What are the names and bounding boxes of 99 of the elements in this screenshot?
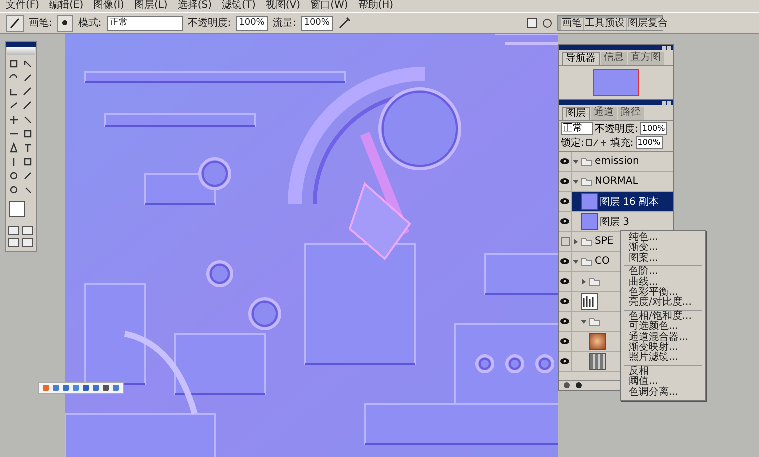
menu-item[interactable]: 可选颜色... <box>621 322 705 333</box>
panel-tab[interactable]: 信息 <box>601 52 627 64</box>
layer-name: emission <box>595 156 640 167</box>
folder-icon <box>589 276 601 286</box>
palette-well-tab[interactable]: 工具预设 <box>584 18 626 30</box>
layer-name: NORMAL <box>595 176 638 187</box>
eye-icon[interactable] <box>560 278 570 285</box>
eye-icon[interactable] <box>560 258 570 265</box>
tool-icon[interactable] <box>8 86 20 98</box>
eye-icon[interactable] <box>560 318 570 325</box>
airbrush-icon[interactable] <box>338 16 352 30</box>
tool-icon[interactable] <box>8 170 20 182</box>
folder-icon <box>581 256 593 266</box>
tool-icon[interactable] <box>22 170 34 182</box>
collapsed-triangle-icon[interactable] <box>581 278 587 284</box>
fill-label: 填充: <box>610 136 634 150</box>
folder-icon <box>581 236 593 246</box>
eye-icon[interactable] <box>560 338 570 345</box>
brush-preset-picker[interactable] <box>57 14 74 32</box>
tool-icon[interactable] <box>22 156 34 168</box>
tool-icon[interactable] <box>8 114 20 126</box>
menu-item[interactable]: 帮助(H) <box>358 0 394 12</box>
panel-tab[interactable]: 路径 <box>618 107 644 120</box>
layer-thumbnail <box>589 333 606 350</box>
fill-field[interactable]: 100% <box>636 136 663 149</box>
eye-icon[interactable] <box>560 218 570 225</box>
toolbox-title-bar <box>6 42 36 47</box>
eye-icon[interactable] <box>560 298 570 305</box>
menu-item[interactable]: 图层(L) <box>134 0 168 12</box>
palette-well-tab[interactable]: 图层复合 <box>627 18 669 30</box>
tool-icon[interactable] <box>22 142 34 154</box>
layer-thumbnail <box>581 193 598 210</box>
tool-icon[interactable] <box>8 184 20 196</box>
tool-icon[interactable] <box>22 86 34 98</box>
eye-icon[interactable] <box>560 178 570 185</box>
eye-icon[interactable] <box>560 358 570 365</box>
lock-options-icon[interactable] <box>586 138 608 146</box>
mode-icon[interactable] <box>22 238 34 248</box>
menu-item[interactable]: 阈值... <box>621 377 705 388</box>
tool-icon[interactable] <box>8 58 20 70</box>
menu-item[interactable]: 曲线... <box>621 278 705 288</box>
layer-name: 图层 16 副本 <box>600 196 660 208</box>
layer-name: CO <box>595 256 610 267</box>
collapsed-triangle-icon[interactable] <box>573 238 579 244</box>
foreground-color-swatch[interactable] <box>9 201 25 217</box>
toolbox-logo <box>7 47 35 55</box>
folder-icon <box>581 156 593 166</box>
expanded-triangle-icon[interactable] <box>573 178 579 184</box>
opacity-field[interactable]: 100% <box>640 122 668 135</box>
expanded-triangle-icon[interactable] <box>573 258 579 264</box>
opacity-field[interactable]: 100% <box>236 16 268 30</box>
tool-icon[interactable] <box>22 114 34 126</box>
expanded-triangle-icon[interactable] <box>581 318 587 324</box>
menu-item[interactable]: 选择(S) <box>178 0 212 12</box>
flow-label: 流量: <box>272 16 296 30</box>
layer-thumbnail <box>589 353 606 370</box>
mode-icon[interactable] <box>22 226 34 236</box>
panel-tab[interactable]: 通道 <box>591 107 617 120</box>
eye-icon[interactable] <box>560 198 570 205</box>
opacity-label: 不透明度: <box>595 122 638 136</box>
mode-dropdown[interactable]: 正常 <box>106 16 183 30</box>
layer-row[interactable]: emission <box>559 152 673 172</box>
tool-icon[interactable] <box>22 100 34 112</box>
tool-icon[interactable] <box>22 72 34 84</box>
menu-item[interactable]: 色调分离... <box>621 388 705 398</box>
menu-item[interactable]: 滤镜(T) <box>222 0 256 12</box>
menu-item[interactable]: 亮度/对比度... <box>621 298 705 309</box>
mode-icon[interactable] <box>8 238 20 248</box>
menu-item[interactable]: 图像(I) <box>94 0 124 12</box>
menu-item[interactable]: 编辑(E) <box>50 0 84 12</box>
panel-tab[interactable]: 导航器 <box>562 52 600 64</box>
lock-label: 锁定: <box>561 136 584 150</box>
visibility-box[interactable] <box>560 237 570 246</box>
layer-name: SPE <box>595 236 614 247</box>
brush-label: 画笔: <box>29 17 52 30</box>
folder-icon <box>581 176 593 186</box>
eye-icon[interactable] <box>560 158 570 165</box>
panel-tab[interactable]: 图层 <box>562 107 590 120</box>
navigator-preview <box>593 68 639 96</box>
mode-label: 模式: <box>78 16 102 30</box>
blend-mode-dropdown[interactable]: 正常 <box>561 122 593 135</box>
brush-tool-button[interactable] <box>6 14 24 32</box>
levels-thumbnail-icon <box>581 293 598 310</box>
opacity-label: 不透明度: <box>188 16 232 30</box>
brush-icon <box>9 17 21 29</box>
layer-name: 图层 3 <box>600 216 630 228</box>
tool-icon[interactable] <box>22 58 34 70</box>
palette-well-tab[interactable]: 画笔 <box>561 18 583 30</box>
tool-icon[interactable] <box>8 142 20 154</box>
layer-thumbnail <box>581 213 598 230</box>
menu-item[interactable]: 视图(V) <box>266 0 301 12</box>
flow-field[interactable]: 100% <box>301 16 333 30</box>
expanded-triangle-icon[interactable] <box>573 158 579 164</box>
menu-item[interactable]: 反相 <box>621 366 705 378</box>
panel-tab[interactable]: 直方图 <box>628 52 664 64</box>
menu-item[interactable]: 照片滤镜... <box>621 353 705 364</box>
tool-icon[interactable] <box>22 128 34 140</box>
mode-icon[interactable] <box>8 226 20 236</box>
folder-icon <box>589 316 601 326</box>
